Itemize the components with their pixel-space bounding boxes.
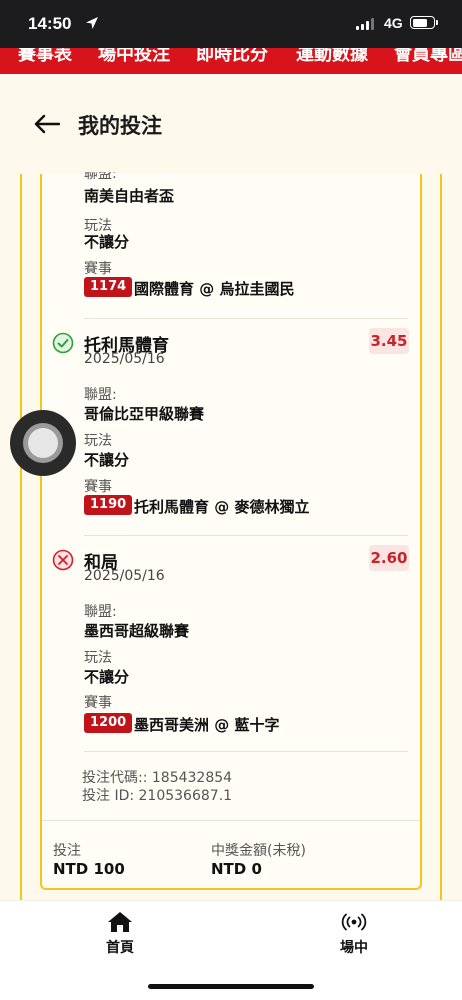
top-nav-item[interactable]: 運動數據: [296, 48, 368, 66]
status-bar: 14:50 4G: [0, 0, 462, 48]
tab-live[interactable]: 場中: [314, 911, 394, 963]
home-indicator: [148, 984, 314, 989]
market-value: 不讓分: [84, 451, 130, 469]
league-label: 聯盟:: [84, 604, 117, 620]
event-id-badge: 1190: [84, 495, 133, 515]
payout-value: NTD 0: [211, 860, 262, 878]
league-label-clipped: 聯盟:: [84, 172, 117, 182]
event-name: 托利馬體育 @ 麥德林獨立: [134, 498, 310, 516]
outer-border-left: [20, 174, 22, 900]
network-type: 4G: [384, 15, 403, 31]
signal-icon: [356, 18, 374, 30]
status-time: 14:50: [28, 14, 72, 33]
bet-id: 投注 ID: 210536687.1: [82, 788, 233, 804]
home-icon: [108, 912, 132, 932]
divider: [42, 820, 420, 821]
check-circle-icon: [52, 332, 74, 354]
page-header: 我的投注: [0, 74, 462, 174]
league-value: 墨西哥超級聯賽: [84, 622, 190, 640]
battery-icon: [410, 16, 438, 29]
stake-label: 投注: [53, 843, 81, 859]
tab-live-label: 場中: [340, 940, 368, 956]
event-label: 賽事: [84, 261, 112, 277]
top-nav-item[interactable]: 場中投注: [98, 48, 170, 66]
outer-border-right: [440, 174, 442, 900]
back-arrow-icon[interactable]: [34, 114, 60, 134]
bet-code: 投注代碼:: 185432854: [82, 770, 233, 786]
page-title: 我的投注: [78, 114, 162, 138]
payout-label: 中獎金額(未稅): [211, 843, 306, 859]
top-nav: 賽事表 場中投注 即時比分 運動數據 會員專區: [0, 48, 462, 74]
market-label: 玩法: [84, 650, 112, 666]
cross-circle-icon: [52, 549, 74, 571]
league-value: 哥倫比亞甲級聯賽: [84, 405, 205, 423]
odds-badge: 2.60: [369, 545, 409, 571]
top-nav-item[interactable]: 即時比分: [196, 48, 268, 66]
event-name: 國際體育 @ 烏拉圭國民: [134, 280, 295, 298]
league-label: 聯盟:: [84, 387, 117, 403]
event-id-badge: 1174: [84, 277, 133, 297]
location-arrow-icon: [86, 17, 98, 29]
divider: [84, 535, 408, 536]
stake-value: NTD 100: [53, 860, 125, 878]
league-value: 南美自由者盃: [84, 187, 175, 205]
event-label: 賽事: [84, 479, 112, 495]
event-id-badge: 1200: [84, 713, 133, 733]
selection-date: 2025/05/16: [84, 568, 165, 584]
top-nav-item[interactable]: 賽事表: [18, 48, 72, 66]
divider: [84, 751, 408, 752]
tab-home-label: 首頁: [106, 940, 134, 956]
live-icon: [341, 913, 367, 931]
assistive-touch-button[interactable]: [10, 410, 76, 476]
event-name: 墨西哥美洲 @ 藍十字: [134, 716, 280, 734]
market-value: 不讓分: [84, 233, 130, 251]
divider: [84, 318, 408, 319]
event-label: 賽事: [84, 695, 112, 711]
top-nav-item[interactable]: 會員專區: [394, 48, 462, 66]
market-value: 不讓分: [84, 668, 130, 686]
odds-badge: 3.45: [369, 328, 409, 354]
market-label: 玩法: [84, 433, 112, 449]
tab-home[interactable]: 首頁: [80, 911, 160, 963]
selection-date: 2025/05/16: [84, 351, 165, 367]
